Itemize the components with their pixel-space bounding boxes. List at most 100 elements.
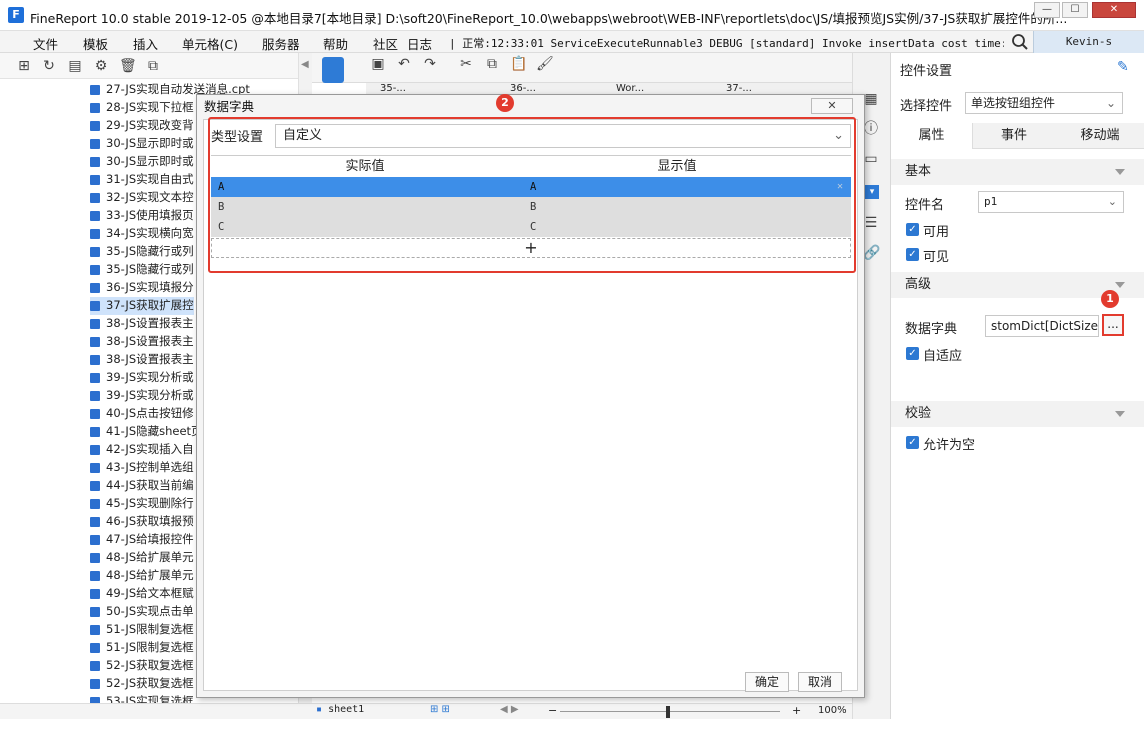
save-icon[interactable]: ▣ (370, 56, 386, 72)
enabled-checkbox[interactable]: ✓ (906, 223, 919, 236)
tree-item[interactable]: 35-JS隐藏行或列 (90, 243, 194, 261)
tab-properties[interactable]: 属性 (891, 123, 973, 149)
link-icon[interactable]: 🔗 (863, 245, 880, 261)
tab-work[interactable]: Wor... (616, 83, 644, 94)
menu-server[interactable]: 服务器 (262, 34, 300, 53)
chevron-down-icon: ⌄ (1105, 96, 1116, 110)
widget-icon[interactable] (322, 57, 344, 83)
tree-item[interactable]: 47-JS给填报控件 (90, 531, 194, 549)
list-icon[interactable]: ☰ (863, 215, 879, 231)
settings-icon[interactable]: ⚙ (93, 58, 109, 74)
copy-toolbar-icon[interactable]: ⧉ (484, 56, 500, 72)
tree-item[interactable]: 46-JS获取填报预 (90, 513, 194, 531)
tree-item[interactable]: 51-JS限制复选框 (90, 639, 194, 657)
tree-item[interactable]: 40-JS点击按钮修 (90, 405, 194, 423)
tree-item[interactable]: 38-JS设置报表主 (90, 351, 194, 369)
data-dictionary-value[interactable]: stomDict[DictSize:3] (985, 315, 1099, 337)
menu-community[interactable]: 社区 (373, 34, 398, 53)
menu-insert[interactable]: 插入 (133, 34, 158, 53)
tree-item[interactable]: 37-JS获取扩展控 (90, 297, 194, 315)
tree-item[interactable]: 30-JS显示即时或 (90, 153, 194, 171)
undo-icon[interactable]: ↶ (396, 56, 412, 72)
tab-events[interactable]: 事件 (973, 123, 1055, 149)
tree-item[interactable]: 51-JS限制复选框 (90, 621, 194, 639)
tree-item[interactable]: 34-JS实现横向宽 (90, 225, 194, 243)
tree-item[interactable]: 48-JS给扩展单元 (90, 567, 194, 585)
tree-item[interactable]: 28-JS实现下拉框 (90, 99, 194, 117)
add-sheet-icon[interactable]: ⊞ ⊞ (430, 704, 450, 715)
menu-cell[interactable]: 单元格(C) (182, 34, 238, 53)
info-icon[interactable]: ⓘ (863, 121, 879, 137)
tree-item[interactable]: 30-JS显示即时或 (90, 135, 194, 153)
minimize-button[interactable]: — (1034, 2, 1060, 18)
tree-item[interactable]: 52-JS获取复选框 (90, 675, 194, 693)
copy-icon[interactable]: ⧉ (145, 58, 161, 74)
menu-help[interactable]: 帮助 (323, 34, 348, 53)
zoom-slider-handle[interactable] (666, 706, 670, 718)
close-window-button[interactable]: ✕ (1092, 2, 1136, 18)
tree-item[interactable]: 49-JS给文本框赋 (90, 585, 194, 603)
search-icon[interactable] (1011, 33, 1029, 51)
edit-pen-icon[interactable]: ✎ (1117, 59, 1129, 75)
widget-settings-icon[interactable]: ▾ (865, 185, 879, 199)
new-folder-icon[interactable]: ⊞ (16, 58, 32, 74)
tree-item[interactable]: 38-JS设置报表主 (90, 315, 194, 333)
zoom-out-button[interactable]: − (548, 704, 557, 717)
tree-item[interactable]: 33-JS使用填报页 (90, 207, 194, 225)
tree-item[interactable]: 35-JS隐藏行或列 (90, 261, 194, 279)
maximize-button[interactable]: ☐ (1062, 2, 1088, 18)
tree-item[interactable]: 29-JS实现改变背 (90, 117, 194, 135)
edit-dictionary-button[interactable]: ... (1102, 314, 1124, 336)
properties-icon[interactable]: ▤ (67, 58, 83, 74)
tab-35[interactable]: 35-... (380, 83, 406, 94)
widget-name-input[interactable]: p1 ⌄ (978, 191, 1124, 213)
cancel-button[interactable]: 取消 (798, 672, 842, 692)
ok-button[interactable]: 确定 (745, 672, 789, 692)
tree-item[interactable]: 39-JS实现分析或 (90, 369, 194, 387)
tree-item[interactable]: 41-JS隐藏sheet页 (90, 423, 203, 441)
cut-icon[interactable]: ✂ (458, 56, 474, 72)
menu-log[interactable]: 日志 (407, 34, 432, 53)
app-logo-icon: F (8, 7, 24, 23)
tree-item[interactable]: 43-JS控制单选组 (90, 459, 194, 477)
tree-item[interactable]: 44-JS获取当前编 (90, 477, 194, 495)
tree-item[interactable]: 48-JS给扩展单元 (90, 549, 194, 567)
user-account[interactable]: Kevin-s (1033, 31, 1144, 53)
tab-mobile[interactable]: 移动端 (1055, 123, 1144, 149)
tab-37[interactable]: 37-... (726, 83, 752, 94)
visible-checkbox[interactable]: ✓ (906, 248, 919, 261)
scroll-arrows-icon[interactable]: ◀ ▶ (500, 704, 519, 715)
tab-36[interactable]: 36-... (510, 83, 536, 94)
tree-item[interactable]: 39-JS实现分析或 (90, 387, 194, 405)
section-basic[interactable]: 基本 (891, 159, 1144, 185)
allow-empty-checkbox[interactable]: ✓ (906, 436, 919, 449)
tree-item-label: 38-JS设置报表主 (106, 352, 194, 366)
tree-item[interactable]: 45-JS实现删除行 (90, 495, 194, 513)
menu-template[interactable]: 模板 (83, 34, 108, 53)
redo-icon[interactable]: ↷ (422, 56, 438, 72)
zoom-in-button[interactable]: + (792, 704, 801, 717)
cell-attr-icon[interactable]: ▦ (863, 91, 879, 107)
tree-item[interactable]: 36-JS实现填报分 (90, 279, 194, 297)
delete-icon[interactable]: 🗑 (119, 58, 137, 74)
widget-name-label: 控件名 (905, 198, 945, 213)
zoom-slider[interactable] (560, 711, 780, 712)
tree-item-label: 38-JS设置报表主 (106, 316, 194, 330)
widget-type-select[interactable]: 单选按钮组控件 ⌄ (965, 92, 1123, 114)
autofit-checkbox[interactable]: ✓ (906, 347, 919, 360)
tree-item[interactable]: 38-JS设置报表主 (90, 333, 194, 351)
section-validation[interactable]: 校验 (891, 401, 1144, 427)
tree-item[interactable]: 50-JS实现点击单 (90, 603, 194, 621)
tree-item[interactable]: 31-JS实现自由式 (90, 171, 194, 189)
menu-file[interactable]: 文件 (33, 34, 58, 53)
format-painter-icon[interactable]: 🖌 (536, 56, 554, 72)
refresh-icon[interactable]: ↻ (41, 58, 57, 74)
sheet-tab[interactable]: ▪ sheet1 (316, 704, 364, 715)
paste-icon[interactable]: 📋 (510, 56, 527, 72)
tree-item-label: 33-JS使用填报页 (106, 208, 194, 222)
tree-item[interactable]: 52-JS获取复选框 (90, 657, 194, 675)
tree-item[interactable]: 42-JS实现插入自 (90, 441, 194, 459)
tree-item[interactable]: 32-JS实现文本控 (90, 189, 194, 207)
dialog-close-button[interactable]: ✕ (811, 98, 853, 114)
frame-icon[interactable]: ▭ (863, 151, 879, 167)
